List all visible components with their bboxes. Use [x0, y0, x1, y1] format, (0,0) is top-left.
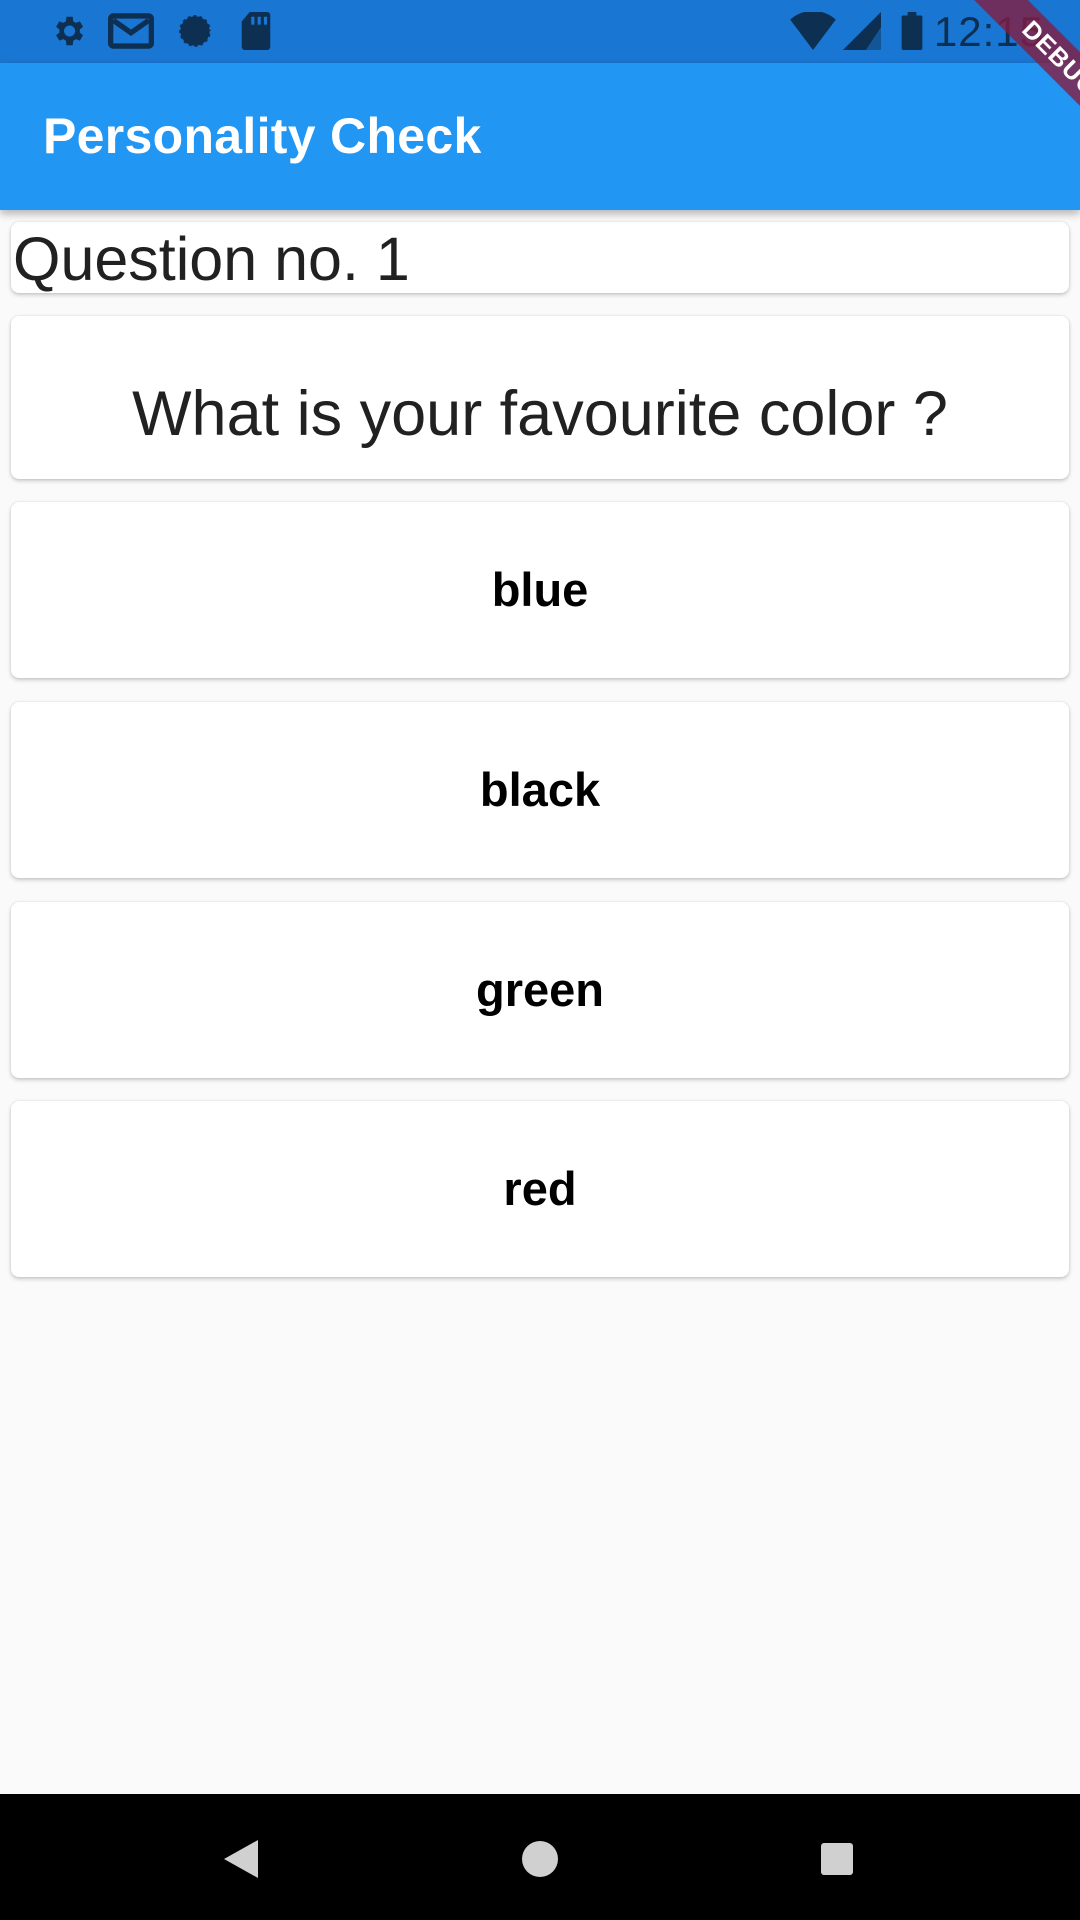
recents-button[interactable]: [802, 1824, 872, 1894]
answer-button-green[interactable]: green: [11, 902, 1069, 1078]
answer-button-blue[interactable]: blue: [11, 502, 1069, 678]
sd-card-icon: [241, 12, 271, 50]
app-title: Personality Check: [43, 108, 482, 164]
answer-button-red[interactable]: red: [11, 1101, 1069, 1277]
answer-label: green: [476, 963, 604, 1016]
home-icon: [522, 1841, 558, 1877]
signal-icon: [843, 12, 881, 50]
home-button[interactable]: [505, 1824, 575, 1894]
answer-label: blue: [491, 563, 589, 616]
gmail-icon: [108, 13, 154, 49]
status-bar: 12:15: [0, 0, 1080, 63]
back-icon: [224, 1840, 258, 1878]
question-text: What is your favourite color ?: [132, 379, 948, 449]
app-bar: Personality Check: [0, 63, 1080, 210]
recents-icon: [821, 1843, 853, 1875]
answer-button-black[interactable]: black: [11, 702, 1069, 878]
question-number-card: Question no. 1: [11, 222, 1069, 293]
answer-label: red: [503, 1162, 577, 1215]
question-card: What is your favourite color ?: [11, 316, 1069, 479]
battery-icon: [901, 12, 923, 50]
back-button[interactable]: [206, 1824, 276, 1894]
debug-banner-container: DEBUG: [930, 0, 1080, 150]
gear-icon: [56, 16, 84, 46]
wifi-icon: [790, 12, 836, 50]
answer-label: black: [479, 763, 601, 816]
sync-circle-icon: [177, 13, 213, 49]
debug-banner: DEBUG: [968, 0, 1080, 150]
question-number-label: Question no. 1: [13, 225, 410, 293]
navigation-bar: [0, 1794, 1080, 1920]
